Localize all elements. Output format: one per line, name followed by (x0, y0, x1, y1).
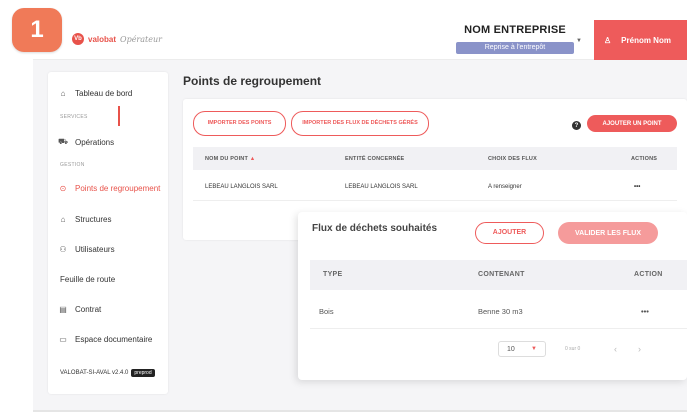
cell-flux-choice[interactable]: A renseigner (488, 184, 522, 190)
sidebar-item-roadmap[interactable]: Feuille de route (60, 275, 115, 284)
cell-flux-type: Bois (319, 307, 334, 316)
cell-container: Benne 30 m3 (478, 307, 523, 316)
next-page-icon[interactable]: › (638, 344, 641, 354)
modal-title: Flux de déchets souhaités (312, 223, 438, 234)
column-header-actions: ACTIONS (631, 156, 658, 162)
modal-row-actions-menu[interactable]: ••• (641, 307, 649, 316)
sidebar-item-label: Structures (75, 215, 112, 224)
sidebar-item-dashboard[interactable]: ⌂ Tableau de bord (58, 89, 133, 98)
sidebar-section-gestion: GESTION (60, 162, 85, 168)
map-pin-icon: ⊙ (59, 184, 67, 193)
company-mode-badge: Reprise à l'entrepôt (456, 42, 574, 54)
sidebar-item-label: Feuille de route (60, 275, 116, 284)
sidebar-item-label: Tableau de bord (75, 89, 133, 98)
document-icon: ▤ (59, 305, 67, 314)
column-header-type: TYPE (323, 271, 343, 278)
pagination-info: 0 sur 0 (565, 346, 581, 352)
column-header-container: CONTENANT (478, 271, 525, 278)
page-title: Points de regroupement (183, 74, 322, 88)
env-badge: preprod (131, 369, 155, 377)
logo-script: Opérateur (120, 34, 162, 44)
column-header-entity: ENTITÉ CONCERNÉE (345, 156, 405, 162)
user-icon: ♙ (604, 35, 612, 45)
rows-per-page-select[interactable]: 10 ▼ (498, 341, 546, 357)
cell-entity: LEBEAU LANGLOIS SARL (345, 184, 418, 190)
column-header-name[interactable]: NOM DU POINT ▲ (205, 156, 255, 162)
sort-up-icon: ▲ (249, 156, 256, 162)
import-flux-button[interactable]: IMPORTER DES FLUX DE DÉCHETS GÉRÉS (291, 111, 429, 136)
sidebar-item-operations[interactable]: ⛟ Opérations (58, 137, 114, 147)
step-badge: 1 (12, 8, 62, 52)
modal-add-button[interactable]: AJOUTER (475, 222, 544, 244)
column-header-flux: CHOIX DES FLUX (488, 156, 537, 162)
help-icon[interactable]: ? (572, 121, 581, 130)
logo-text: valobat (88, 34, 117, 44)
version-label: VALOBAT-SI-AVAL v2.4.0 (60, 370, 129, 376)
folder-icon: ▭ (59, 335, 67, 344)
sidebar-item-structures[interactable]: ⌂ Structures (58, 215, 112, 224)
sidebar-item-label: Espace documentaire (75, 335, 153, 344)
sidebar-item-users[interactable]: ⚇ Utilisateurs (58, 245, 115, 254)
sidebar: ⌂ Tableau de bord SERVICES ⛟ Opérations … (48, 72, 168, 394)
user-menu[interactable]: ♙ Prénom Nom (594, 20, 687, 60)
company-name: NOM ENTREPRISE (464, 24, 566, 36)
bank-icon: ⌂ (60, 89, 66, 98)
active-indicator (118, 106, 120, 126)
rows-per-page-value: 10 (507, 345, 515, 353)
cell-point-name: LEBEAU LANGLOIS SARL (205, 184, 278, 190)
truck-icon: ⛟ (58, 137, 69, 146)
sidebar-item-points[interactable]: ⊙ Points de regroupement (58, 184, 161, 193)
chevron-down-icon[interactable]: ▼ (576, 38, 582, 44)
table-header (193, 147, 677, 170)
validate-flux-button[interactable]: VALIDER LES FLUX (558, 222, 658, 244)
sidebar-item-label: Points de regroupement (75, 184, 161, 193)
building-icon: ⌂ (60, 215, 66, 224)
row-actions-menu[interactable]: ••• (634, 184, 640, 190)
sidebar-item-docs[interactable]: ▭ Espace documentaire (58, 335, 152, 344)
sidebar-item-contract[interactable]: ▤ Contrat (58, 305, 101, 314)
prev-page-icon[interactable]: ‹ (614, 344, 617, 354)
logo-mark-icon: Vb (72, 33, 84, 45)
column-header-label: NOM DU POINT (205, 156, 249, 162)
modal-row-divider (310, 328, 687, 329)
sidebar-item-label: Utilisateurs (75, 245, 115, 254)
sidebar-item-label: Contrat (75, 305, 102, 314)
user-name: Prénom Nom (621, 35, 671, 45)
app-logo[interactable]: Vb valobat Opérateur (72, 33, 162, 45)
company-selector[interactable]: NOM ENTREPRISE Reprise à l'entrepôt (455, 24, 575, 54)
add-point-button[interactable]: AJOUTER UN POINT (587, 115, 677, 132)
sidebar-section-services: SERVICES (60, 114, 88, 120)
version-info: VALOBAT-SI-AVAL v2.4.0 preprod (60, 369, 155, 377)
chevron-down-icon: ▼ (531, 346, 537, 352)
row-divider (193, 200, 677, 201)
sidebar-item-label: Opérations (75, 137, 115, 147)
users-icon: ⚇ (59, 245, 67, 254)
column-header-modal-actions: ACTION (634, 271, 663, 278)
import-points-button[interactable]: IMPORTER DES POINTS (193, 111, 286, 136)
